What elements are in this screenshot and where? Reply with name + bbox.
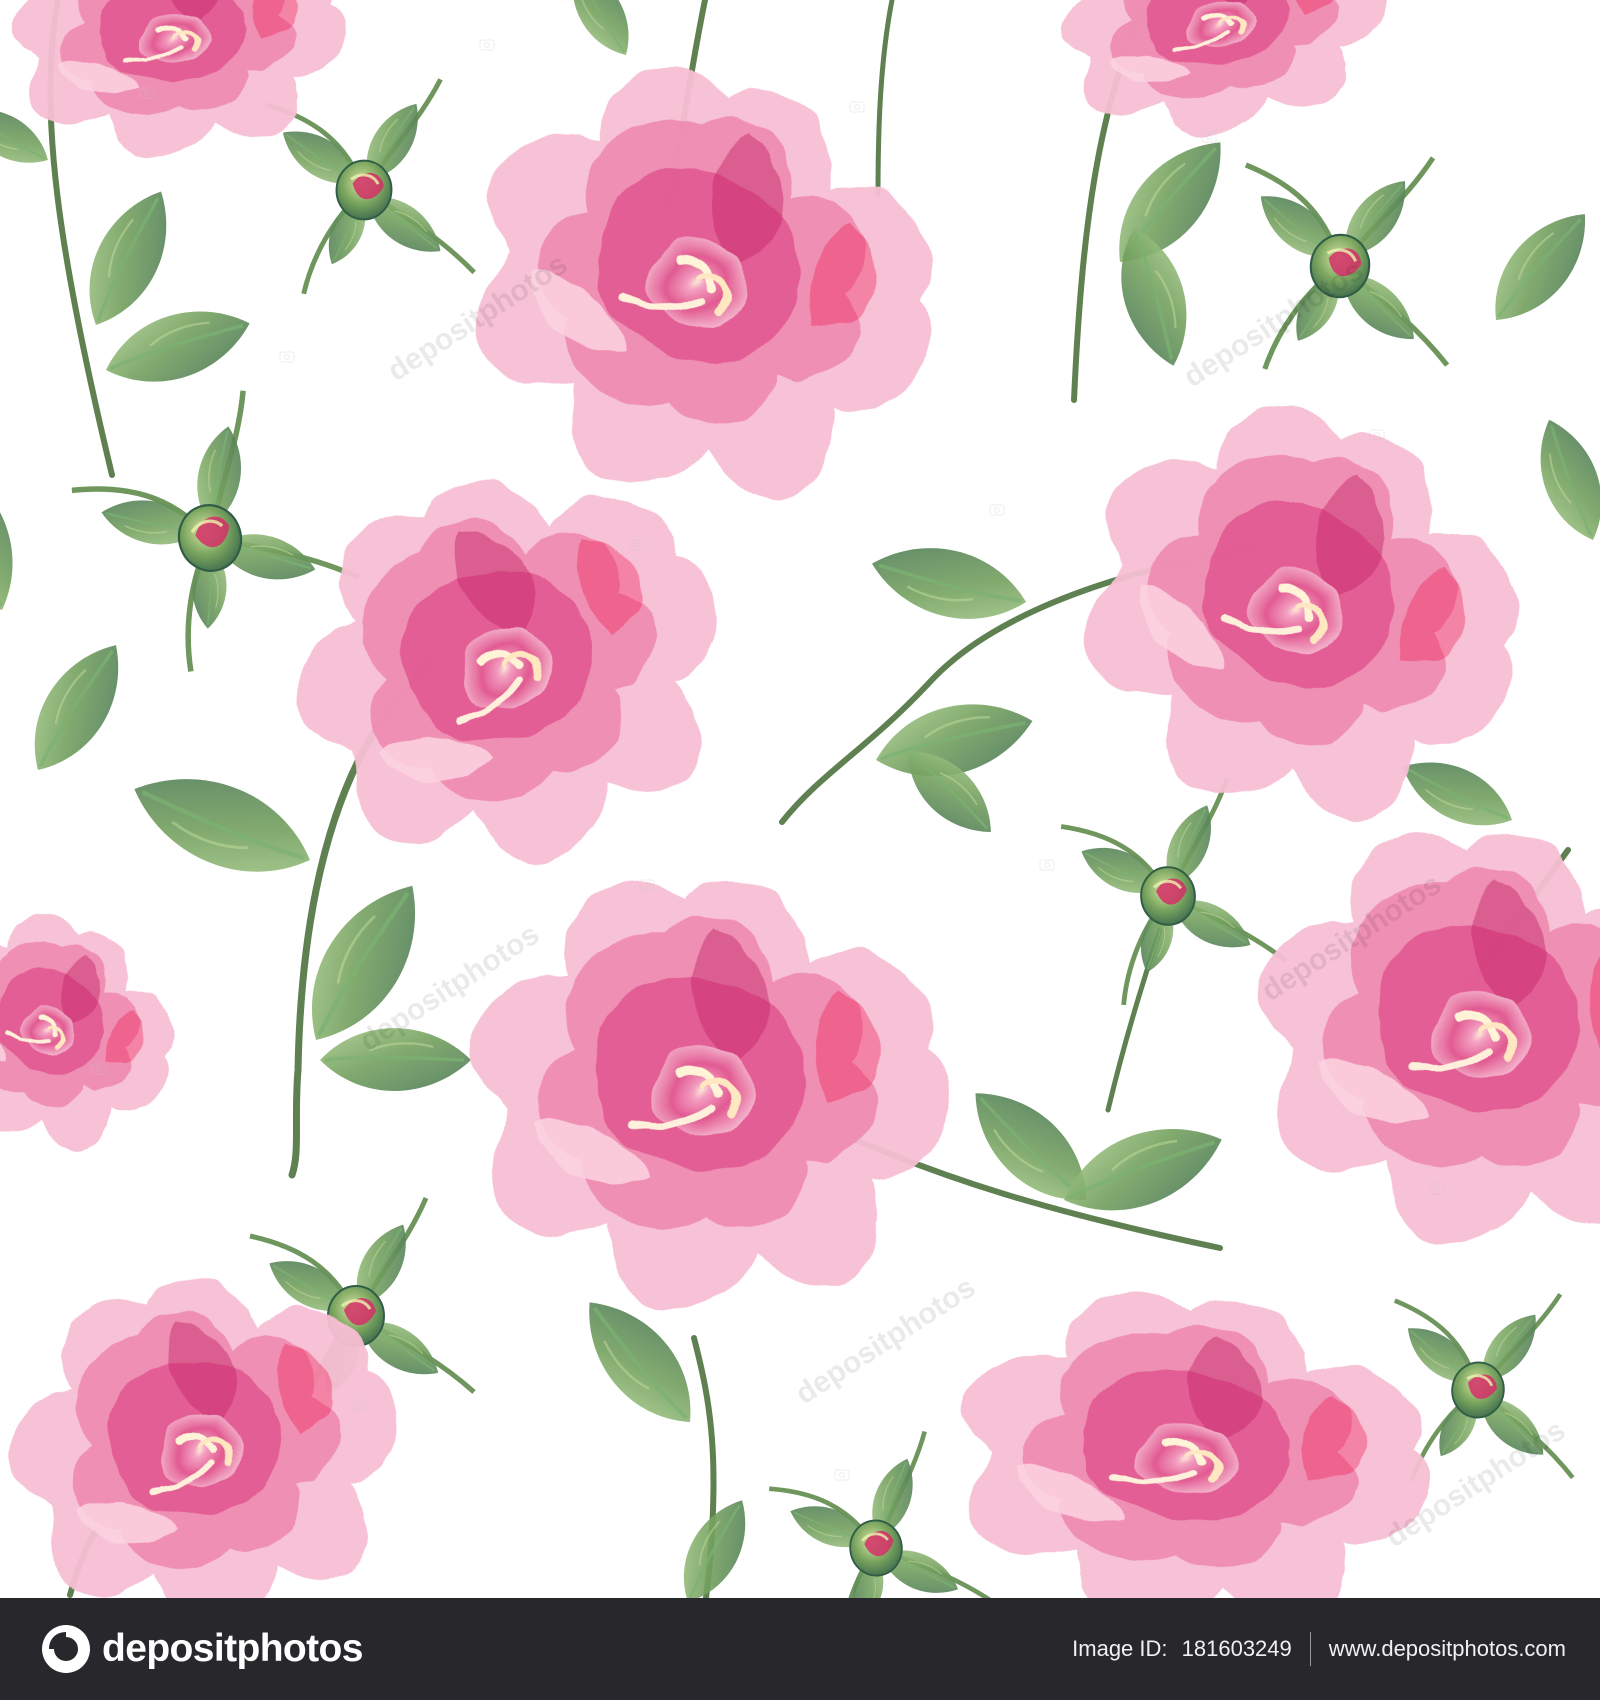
depositphotos-logo-icon <box>42 1625 90 1673</box>
image-id-group: Image ID: 181603249 <box>1072 1636 1292 1662</box>
image-id-value: 181603249 <box>1181 1636 1292 1661</box>
website-url: www.depositphotos.com <box>1328 1636 1566 1661</box>
peony-pattern-artwork: depositphotos depositphotos depositphoto… <box>0 0 1600 1598</box>
stock-photo-preview: depositphotos depositphotos depositphoto… <box>0 0 1600 1700</box>
depositphotos-footer: depositphotos Image ID: 181603249 www.de… <box>0 1598 1600 1700</box>
metadata-divider <box>1309 1632 1311 1666</box>
depositphotos-wordmark: depositphotos <box>102 1627 363 1670</box>
peony-pattern-svg: depositphotos depositphotos depositphoto… <box>0 0 1600 1598</box>
depositphotos-logo: depositphotos <box>40 1622 363 1676</box>
image-metadata: Image ID: 181603249 www.depositphotos.co… <box>1072 1598 1566 1700</box>
image-id-label: Image ID: <box>1072 1636 1168 1661</box>
